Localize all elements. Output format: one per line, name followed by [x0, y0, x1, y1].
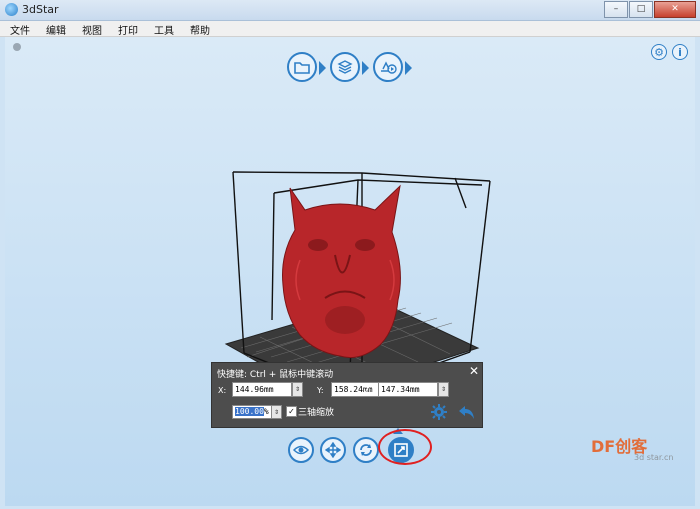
- rotate-icon: [360, 444, 372, 456]
- rotate-button[interactable]: [353, 437, 379, 463]
- scale-percent-input[interactable]: 100.00%: [232, 405, 272, 419]
- move-arrows-icon: [325, 442, 341, 458]
- scale-panel: 快捷键: Ctrl + 鼠标中键滚动 ✕ X: 144.96mm ⇕ Y: 15…: [211, 362, 483, 428]
- lion-head-model: [282, 184, 401, 359]
- shortcut-hint: 快捷键: Ctrl + 鼠标中键滚动: [217, 370, 334, 380]
- z-size-stepper[interactable]: ⇕: [438, 382, 449, 397]
- z-size-input[interactable]: 147.34mm: [378, 382, 438, 397]
- panel-close-button[interactable]: ✕: [469, 364, 479, 378]
- reset-scale-gear-icon[interactable]: [430, 403, 448, 421]
- eye-icon: [293, 445, 309, 455]
- watermark-url: 3d star.cn: [634, 453, 674, 462]
- view-button[interactable]: [288, 437, 314, 463]
- x-size-stepper[interactable]: ⇕: [292, 382, 303, 397]
- scale-percent-stepper[interactable]: ⇕: [271, 405, 282, 419]
- highlight-circle: [378, 429, 432, 465]
- x-axis-label: X:: [218, 386, 227, 395]
- z-axis-label: Z:: [364, 386, 373, 395]
- uniform-scale-label: 三轴缩放: [298, 408, 335, 418]
- x-size-input[interactable]: 144.96mm: [232, 382, 292, 397]
- move-button[interactable]: [320, 437, 346, 463]
- scale-percent-suffix: %: [263, 407, 269, 416]
- uniform-scale-checkbox[interactable]: ✓: [286, 406, 297, 417]
- y-axis-label: Y:: [317, 386, 324, 395]
- undo-icon[interactable]: [457, 403, 477, 421]
- scale-percent-value: 100.00: [235, 407, 264, 416]
